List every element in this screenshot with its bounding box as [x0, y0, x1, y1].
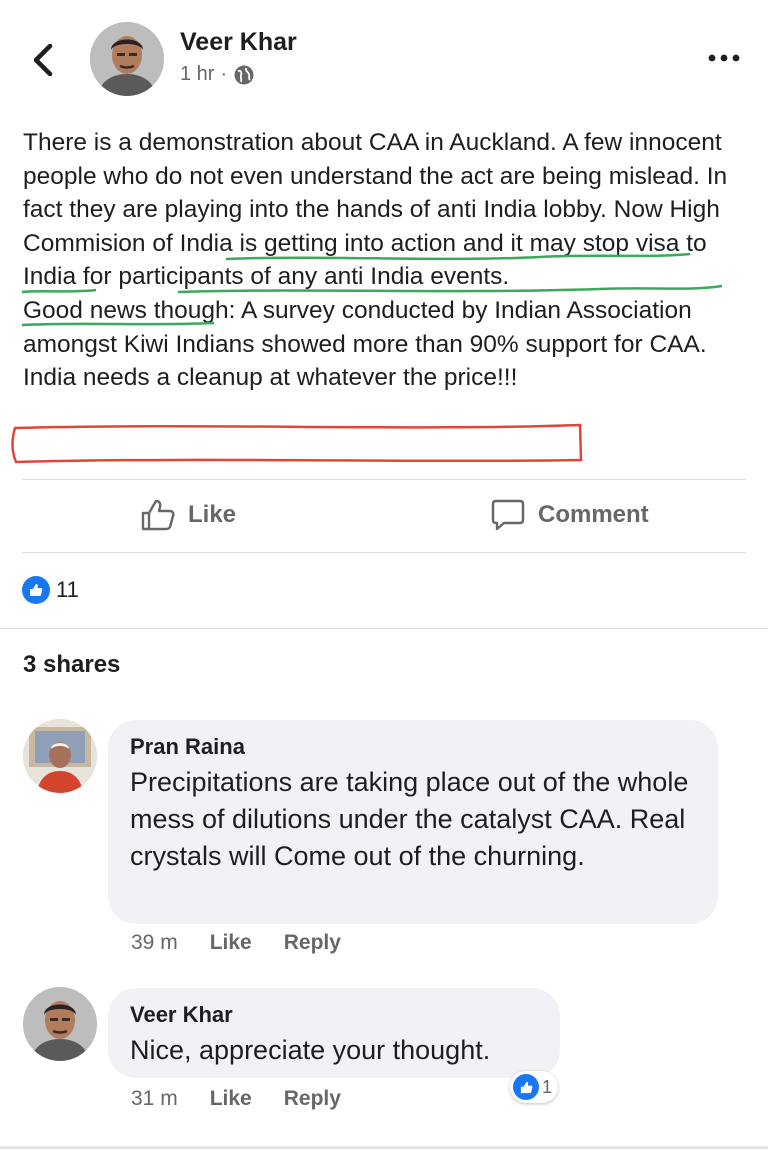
bottom-divider	[0, 1146, 768, 1149]
commenter-avatar[interactable]	[23, 719, 97, 793]
comment-button[interactable]: Comment	[490, 498, 649, 532]
divider	[22, 552, 746, 553]
comment-reaction-badge[interactable]: 1	[510, 1071, 559, 1103]
comment-actions: 31 m Like Reply	[131, 1087, 341, 1111]
comment-bubble-icon	[491, 499, 525, 531]
comment-reply-button[interactable]: Reply	[284, 1087, 341, 1111]
comment-like-button[interactable]: Like	[210, 931, 252, 955]
divider	[22, 479, 746, 480]
commenter-name[interactable]: Veer Khar	[130, 1002, 538, 1028]
comment-actions: 39 m Like Reply	[131, 931, 341, 955]
commenter-avatar[interactable]	[23, 987, 97, 1061]
like-button[interactable]: Like	[140, 498, 236, 532]
shares-count[interactable]: 3 shares	[23, 651, 120, 679]
comment-time: 39 m	[131, 931, 178, 954]
divider	[0, 628, 768, 629]
like-reaction-icon	[513, 1074, 539, 1100]
like-label: Like	[188, 501, 237, 528]
comment-bubble: Veer Khar Nice, appreciate your thought.	[108, 988, 560, 1078]
reaction-summary[interactable]: 11	[22, 576, 79, 604]
comment-text: Precipitations are taking place out of t…	[130, 767, 689, 871]
reaction-count: 11	[56, 577, 79, 602]
comment-reaction-count: 1	[542, 1076, 553, 1097]
comment-time: 31 m	[131, 1087, 178, 1110]
comment-text: Nice, appreciate your thought.	[130, 1035, 491, 1065]
comment-reply-button[interactable]: Reply	[284, 931, 341, 955]
thumbs-up-icon	[141, 499, 175, 531]
comment-like-button[interactable]: Like	[210, 1087, 252, 1111]
comment-bubble: Pran Raina Precipitations are taking pla…	[108, 720, 718, 924]
like-reaction-icon	[22, 576, 50, 604]
commenter-name[interactable]: Pran Raina	[130, 734, 696, 760]
green-underline-annotation	[11, 252, 723, 464]
comment-label: Comment	[538, 501, 649, 528]
